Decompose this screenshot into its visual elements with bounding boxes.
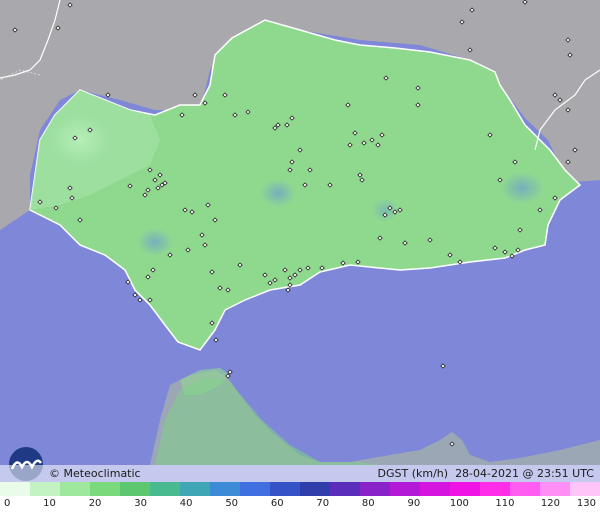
color-scale-bar [0, 482, 600, 496]
scale-tick-label: 90 [407, 498, 421, 509]
scale-swatch [570, 482, 600, 496]
map-caption: DGST (km/h) 28-04-2021 @ 23:51 UTC [377, 467, 594, 480]
scale-tick-label: 10 [43, 498, 56, 509]
scale-tick-label: 0 [4, 498, 11, 509]
scale-tick-label: 100 [449, 498, 469, 509]
map-footer: © Meteoclimatic DGST (km/h) 28-04-2021 @… [0, 465, 600, 482]
scale-swatch [180, 482, 210, 496]
scale-swatch [330, 482, 360, 496]
scale-swatch [150, 482, 180, 496]
scale-tick-label: 120 [540, 498, 560, 509]
brand-label: © Meteoclimatic [49, 467, 141, 480]
scale-tick-label: 40 [179, 498, 193, 509]
scale-tick-label: 110 [495, 498, 515, 509]
color-scale: 0 10 20 30 40 50 60 70 80 90 100 110 120 130 [0, 482, 600, 517]
scale-swatch [510, 482, 540, 496]
scale-tick-label: 50 [225, 498, 239, 509]
wind-gust-map [0, 0, 600, 517]
scale-swatch [270, 482, 300, 496]
scale-swatch [210, 482, 240, 496]
scale-swatch [60, 482, 90, 496]
scale-swatch [360, 482, 390, 496]
scale-tick-label: 60 [270, 498, 284, 509]
calm-area [50, 115, 110, 165]
scale-tick-label: 80 [361, 498, 375, 509]
scale-tick-label: 70 [316, 498, 330, 509]
scale-swatch [120, 482, 150, 496]
scale-swatch [540, 482, 570, 496]
scale-tick-label: 30 [134, 498, 147, 509]
scale-swatch [390, 482, 420, 496]
gust-area [137, 228, 173, 256]
scale-swatch [480, 482, 510, 496]
scale-tick-label: 20 [88, 498, 102, 509]
scale-swatch [90, 482, 120, 496]
scale-swatch [240, 482, 270, 496]
scale-swatch [420, 482, 450, 496]
scale-swatch [0, 482, 30, 496]
scale-swatch [30, 482, 60, 496]
scale-swatch [300, 482, 330, 496]
gust-area [260, 179, 296, 207]
gust-area [500, 172, 544, 204]
scale-swatch [450, 482, 480, 496]
scale-tick-label: 130 [576, 498, 596, 509]
